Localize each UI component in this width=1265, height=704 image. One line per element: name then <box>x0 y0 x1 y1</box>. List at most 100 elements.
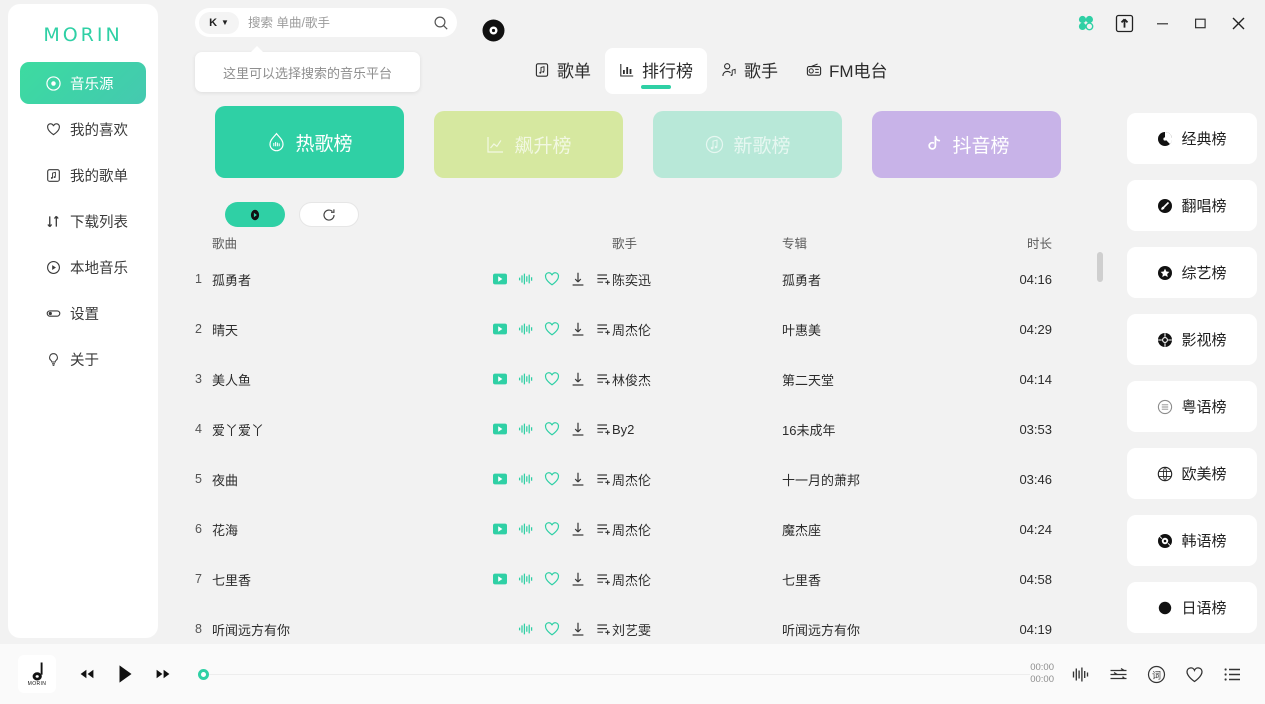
sidebar-item-local-music[interactable]: 本地音乐 <box>20 246 146 288</box>
search-input[interactable] <box>239 16 433 30</box>
category-variety[interactable]: 综艺榜 <box>1127 247 1257 298</box>
lyrics-icon[interactable]: 词 <box>1146 664 1167 685</box>
heart-icon[interactable] <box>544 571 560 587</box>
play-all-button[interactable] <box>225 202 285 227</box>
play-icon[interactable] <box>492 271 508 287</box>
rank-card-new[interactable]: 新歌榜 <box>653 111 842 178</box>
row-index: 8 <box>190 622 212 636</box>
queue-icon[interactable] <box>1222 664 1243 685</box>
progress-knob[interactable] <box>198 669 209 680</box>
table-row[interactable]: 6花海周杰伦魔杰座04:24 <box>190 504 1100 554</box>
close-icon[interactable] <box>1219 4 1257 42</box>
platform-selector-button[interactable]: K ▼ <box>199 12 239 34</box>
maximize-icon[interactable] <box>1181 4 1219 42</box>
play-pause-button[interactable] <box>112 661 138 687</box>
table-row[interactable]: 7七里香周杰伦七里香04:58 <box>190 554 1100 604</box>
heart-icon[interactable] <box>544 271 560 287</box>
add-to-list-icon[interactable] <box>596 521 612 537</box>
heart-icon[interactable] <box>1184 664 1205 685</box>
rank-card-rising[interactable]: 飙升榜 <box>434 111 623 178</box>
refresh-button[interactable] <box>299 202 359 227</box>
tab-ranking[interactable]: 排行榜 <box>605 48 707 94</box>
heart-icon[interactable] <box>544 371 560 387</box>
category-japanese[interactable]: 日语榜 <box>1127 582 1257 633</box>
sidebar-item-music-source[interactable]: 音乐源 <box>20 62 146 104</box>
previous-button[interactable] <box>74 661 100 687</box>
table-body: 1孤勇者陈奕迅孤勇者04:162晴天周杰伦叶惠美04:293美人鱼林俊杰第二天堂… <box>190 254 1100 652</box>
heart-icon[interactable] <box>544 321 560 337</box>
volume-icon[interactable] <box>1070 664 1091 685</box>
download-icon[interactable] <box>570 471 586 487</box>
add-to-list-icon[interactable] <box>596 321 612 337</box>
row-artist: 刘艺雯 <box>612 620 782 639</box>
heart-icon[interactable] <box>544 421 560 437</box>
current-time: 00:00 <box>1030 662 1054 674</box>
sidebar-item-my-likes[interactable]: 我的喜欢 <box>20 108 146 150</box>
clover-icon[interactable] <box>1067 4 1105 42</box>
category-cantonese[interactable]: 粤语榜 <box>1127 381 1257 432</box>
tab-playlist[interactable]: 歌单 <box>520 48 605 94</box>
local-music-icon <box>46 260 61 275</box>
player-cover[interactable]: MORIN <box>18 655 56 693</box>
play-icon[interactable] <box>492 521 508 537</box>
download-icon[interactable] <box>570 371 586 387</box>
table-scrollbar[interactable] <box>1097 252 1103 282</box>
wave-icon[interactable] <box>518 621 534 637</box>
minimize-icon[interactable] <box>1143 4 1181 42</box>
tab-fm-radio[interactable]: FM电台 <box>792 48 902 94</box>
app-window: MORIN 音乐源 我的喜欢 我的歌单 <box>0 0 1265 704</box>
heart-icon[interactable] <box>544 521 560 537</box>
sidebar-item-settings[interactable]: 设置 <box>20 292 146 334</box>
play-icon[interactable] <box>492 571 508 587</box>
add-to-list-icon[interactable] <box>596 371 612 387</box>
tab-singer[interactable]: 歌手 <box>707 48 792 94</box>
table-row[interactable]: 1孤勇者陈奕迅孤勇者04:16 <box>190 254 1100 304</box>
play-icon[interactable] <box>492 371 508 387</box>
sidebar-item-my-playlist[interactable]: 我的歌单 <box>20 154 146 196</box>
add-to-list-icon[interactable] <box>596 421 612 437</box>
download-icon[interactable] <box>570 321 586 337</box>
play-icon[interactable] <box>492 471 508 487</box>
wave-icon[interactable] <box>518 371 534 387</box>
wave-icon[interactable] <box>518 471 534 487</box>
table-row[interactable]: 4爱丫爱丫By216未成年03:53 <box>190 404 1100 454</box>
music-disc-button[interactable] <box>479 16 508 45</box>
table-row[interactable]: 5夜曲周杰伦十一月的萧邦03:46 <box>190 454 1100 504</box>
equalizer-icon[interactable] <box>1108 664 1129 685</box>
progress-slider[interactable] <box>198 669 1030 679</box>
progress-track <box>208 674 1030 675</box>
add-to-list-icon[interactable] <box>596 621 612 637</box>
wave-icon[interactable] <box>518 271 534 287</box>
upload-box-icon[interactable] <box>1105 4 1143 42</box>
rank-card-hot[interactable]: 热歌榜 <box>215 106 404 178</box>
sidebar-item-about[interactable]: 关于 <box>20 338 146 380</box>
category-classic[interactable]: 经典榜 <box>1127 113 1257 164</box>
download-icon[interactable] <box>570 521 586 537</box>
rank-card-douyin[interactable]: 抖音榜 <box>872 111 1061 178</box>
wave-icon[interactable] <box>518 321 534 337</box>
download-icon[interactable] <box>570 421 586 437</box>
heart-icon[interactable] <box>544 621 560 637</box>
table-row[interactable]: 3美人鱼林俊杰第二天堂04:14 <box>190 354 1100 404</box>
heart-icon[interactable] <box>544 471 560 487</box>
play-icon[interactable] <box>492 421 508 437</box>
add-to-list-icon[interactable] <box>596 271 612 287</box>
wave-icon[interactable] <box>518 421 534 437</box>
add-to-list-icon[interactable] <box>596 471 612 487</box>
download-icon[interactable] <box>570 571 586 587</box>
sidebar-item-download-list[interactable]: 下载列表 <box>20 200 146 242</box>
category-korean[interactable]: 韩语榜 <box>1127 515 1257 566</box>
category-cover[interactable]: 翻唱榜 <box>1127 180 1257 231</box>
add-to-list-icon[interactable] <box>596 571 612 587</box>
table-row[interactable]: 2晴天周杰伦叶惠美04:29 <box>190 304 1100 354</box>
search-bar[interactable]: K ▼ <box>195 8 457 37</box>
category-film[interactable]: 影视榜 <box>1127 314 1257 365</box>
download-icon[interactable] <box>570 621 586 637</box>
play-icon[interactable] <box>492 321 508 337</box>
download-icon[interactable] <box>570 271 586 287</box>
wave-icon[interactable] <box>518 521 534 537</box>
search-icon[interactable] <box>433 15 449 31</box>
category-western[interactable]: 欧美榜 <box>1127 448 1257 499</box>
next-button[interactable] <box>150 661 176 687</box>
wave-icon[interactable] <box>518 571 534 587</box>
